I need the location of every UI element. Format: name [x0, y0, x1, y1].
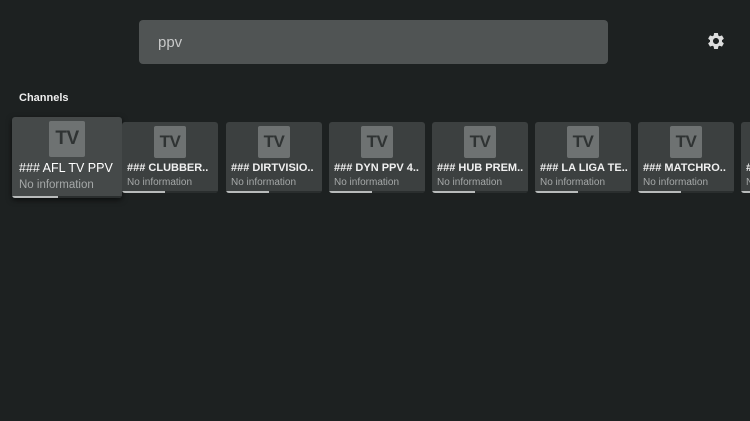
channel-card[interactable]: TV ### HUB PREM.. No information [432, 122, 528, 193]
channel-name: ### AFL TV PPV [19, 161, 113, 175]
tv-logo-icon: TV [464, 126, 496, 158]
channel-row: TV ### AFL TV PPV No information TV ### CLUB… [0, 0, 750, 421]
channel-program-info: No information [127, 177, 193, 188]
channel-logo-text: TV [469, 132, 491, 151]
channel-progress-bar [12, 196, 122, 198]
channel-progress-fill [226, 191, 270, 193]
channel-program-info: No information [540, 177, 606, 188]
channel-logo-text: TV [263, 132, 285, 151]
channel-progress-bar [535, 191, 631, 193]
channel-logo-text: TV [366, 132, 388, 151]
channel-program-info: No information [19, 179, 94, 191]
channel-name: ### [746, 162, 750, 174]
channel-logo-text: TV [159, 132, 181, 151]
channel-name: ### HUB PREM.. [437, 162, 524, 174]
tv-logo-icon: TV [49, 121, 85, 157]
channel-card[interactable]: TV ### MATCHRO.. No information [638, 122, 734, 193]
channel-logo-text: TV [675, 132, 697, 151]
channel-name: ### CLUBBER.. [127, 162, 209, 174]
channel-logo-text: TV [572, 132, 594, 151]
channel-program-info: No information [643, 177, 709, 188]
channel-name: ### DYN PPV 4.. [334, 162, 419, 174]
channel-name: ### MATCHRO.. [643, 162, 726, 174]
tv-logo-icon: TV [361, 126, 393, 158]
channel-progress-fill [329, 191, 373, 193]
channel-program-info: No [746, 177, 750, 188]
channel-card[interactable]: TV ### DYN PPV 4.. No information [329, 122, 425, 193]
tv-logo-icon: TV [670, 126, 702, 158]
channel-progress-bar [638, 191, 734, 193]
channel-card[interactable]: TV ### CLUBBER.. No information [122, 122, 218, 193]
channel-progress-fill [638, 191, 682, 193]
channel-program-info: No information [437, 177, 503, 188]
channel-progress-fill [432, 191, 476, 193]
channel-logo-text: TV [55, 128, 79, 149]
channel-program-info: No information [334, 177, 400, 188]
tv-logo-icon: TV [567, 126, 599, 158]
tv-logo-icon: TV [258, 126, 290, 158]
channel-card[interactable]: TV ### DIRTVISIO.. No information [226, 122, 322, 193]
channel-card[interactable]: TV ### AFL TV PPV No information [12, 117, 122, 198]
channel-progress-fill [741, 191, 750, 193]
channel-progress-fill [535, 191, 579, 193]
channel-progress-bar [432, 191, 528, 193]
app-root: ppv Channels TV ### AFL TV PPV No informat… [0, 0, 750, 421]
channel-progress-fill [122, 191, 166, 193]
channel-progress-fill [12, 196, 59, 198]
channel-progress-bar [741, 191, 750, 193]
channel-card[interactable]: TV ### LA LIGA TE.. No information [535, 122, 631, 193]
channel-name: ### LA LIGA TE.. [540, 162, 628, 174]
channel-progress-bar [122, 191, 218, 193]
channel-card[interactable]: TV###No [741, 122, 750, 193]
channel-name: ### DIRTVISIO.. [231, 162, 314, 174]
channel-program-info: No information [231, 177, 297, 188]
channel-progress-bar [226, 191, 322, 193]
tv-logo-icon: TV [154, 126, 186, 158]
channel-progress-bar [329, 191, 425, 193]
